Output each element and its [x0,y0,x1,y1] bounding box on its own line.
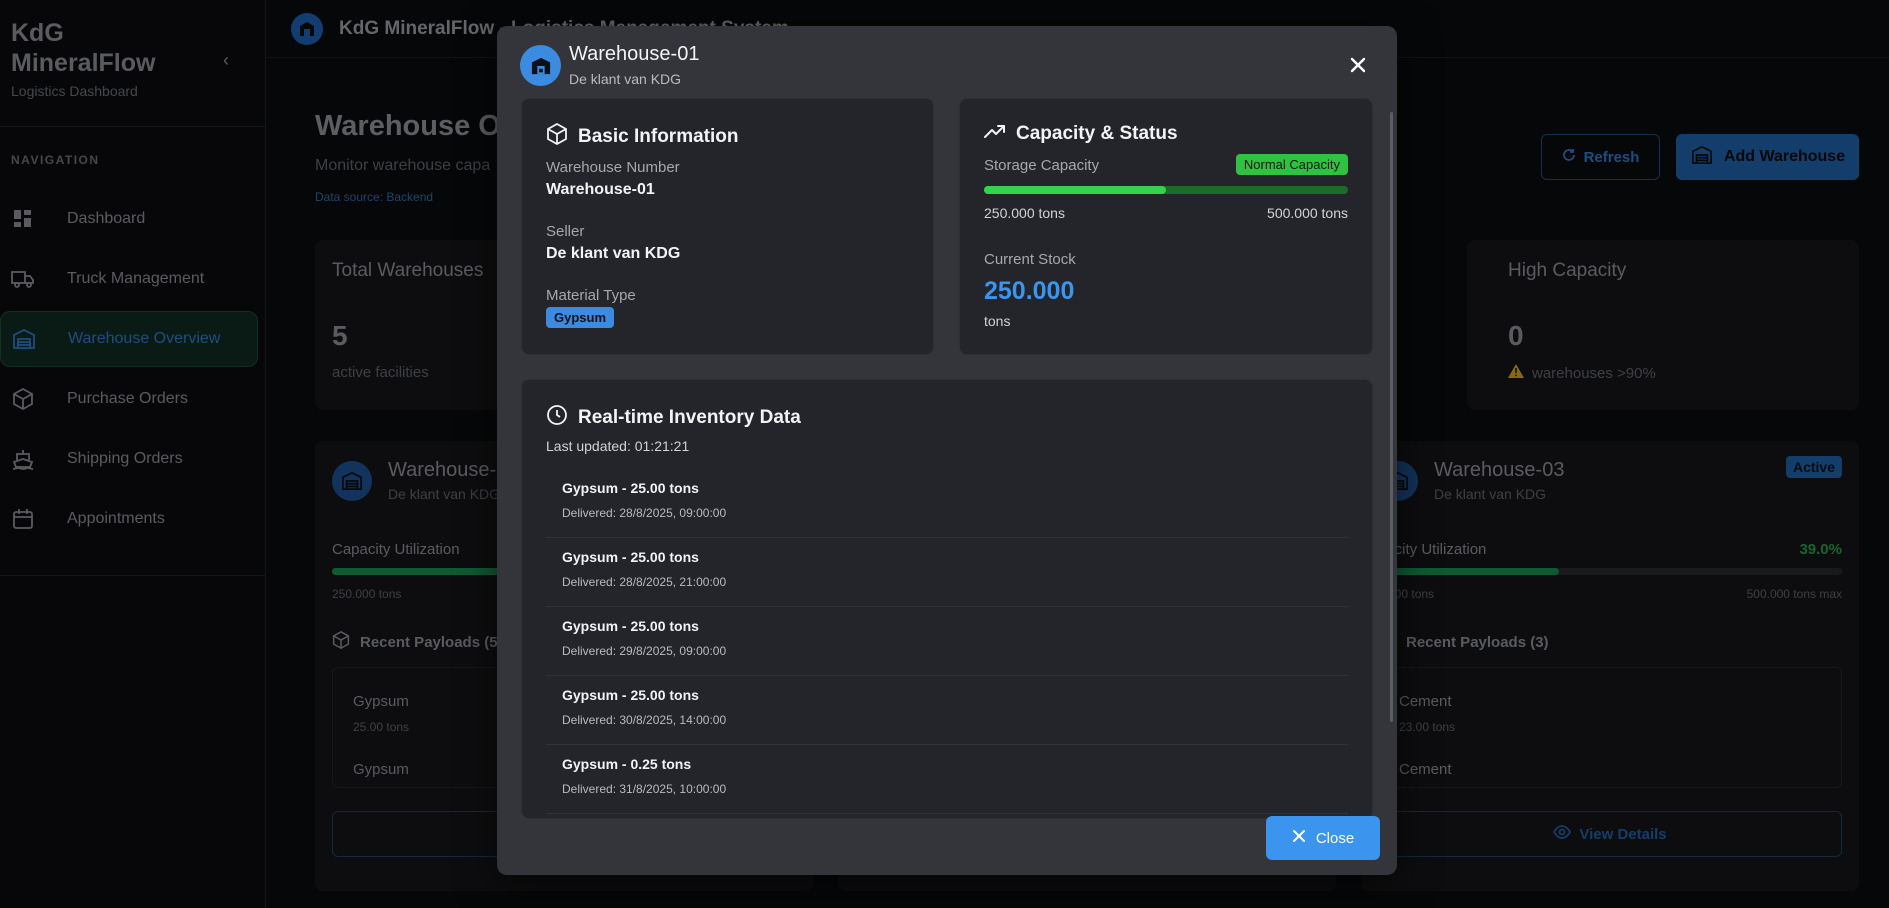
package-icon [546,122,568,151]
inventory-item-date: Delivered: 28/8/2025, 21:00:00 [562,575,727,589]
material-type-badge: Gypsum [546,307,615,328]
current-stock-value: 250.000 [984,277,1075,305]
warehouse-number-value: Warehouse-01 [546,181,655,198]
material-type-label: Material Type [546,287,636,304]
panel-title: Capacity & Status [984,123,1178,145]
inventory-item-date: Delivered: 30/8/2025, 14:00:00 [562,713,727,727]
close-button[interactable]: Close [1266,816,1380,860]
last-updated: Last updated: 01:21:21 [546,438,690,454]
panel-title-text: Real-time Inventory Data [578,407,801,428]
modal-subtitle: De klant van KDG [569,71,682,87]
capacity-status-badge: Normal Capacity [1235,154,1348,175]
basic-information-panel: Basic Information Warehouse Number Wareh… [521,98,934,355]
inventory-item: Gypsum - 25.00 tons Delivered: 28/8/2025… [546,539,1348,607]
modal-title: Warehouse-01 [569,43,700,65]
close-icon[interactable] [1347,54,1369,76]
inventory-item-name: Gypsum - 25.00 tons [562,549,699,565]
inventory-item-date: Delivered: 28/8/2025, 09:00:00 [562,506,727,520]
panel-title-text: Capacity & Status [1016,123,1178,144]
seller-label: Seller [546,223,585,240]
inventory-item-date: Delivered: 31/8/2025, 10:00:00 [562,782,727,796]
current-stock-unit: tons [984,313,1011,329]
capacity-status-panel: Capacity & Status Storage Capacity Norma… [959,98,1373,355]
storage-capacity-label: Storage Capacity [984,157,1100,174]
inventory-item: Gypsum - 25.00 tons Delivered: 28/8/2025… [546,470,1348,538]
inventory-item-name: Gypsum - 0.25 tons [562,756,692,772]
inventory-item-date: Delivered: 29/8/2025, 09:00:00 [562,644,727,658]
warehouse-icon [520,45,561,86]
warehouse-number-label: Warehouse Number [546,159,680,176]
inventory-item: Gypsum - 25.00 tons Delivered: 29/8/2025… [546,608,1348,676]
storage-capacity-bar-fill [984,186,1166,194]
current-stock-label: Current Stock [984,251,1076,268]
seller-value: De klant van KDG [546,245,681,262]
inventory-item-name: Gypsum - 25.00 tons [562,687,699,703]
clock-icon [546,404,568,432]
inventory-item-name: Gypsum - 25.00 tons [562,480,699,496]
trending-up-icon [984,123,1006,145]
inventory-item: Gypsum - 0.25 tons Delivered: 31/8/2025,… [546,746,1348,814]
panel-title: Real-time Inventory Data [546,404,801,432]
modal-scrollbar[interactable] [1390,112,1393,722]
max-tons: 500.000 tons [1267,205,1348,221]
inventory-item: Gypsum - 25.00 tons Delivered: 30/8/2025… [546,677,1348,745]
close-icon [1292,829,1306,847]
inventory-panel: Real-time Inventory Data Last updated: 0… [521,379,1373,819]
current-tons: 250.000 tons [984,205,1065,221]
warehouse-detail-modal: Warehouse-01 De klant van KDG Basic Info… [497,26,1397,875]
inventory-item-name: Gypsum - 25.00 tons [562,618,699,634]
panel-title: Basic Information [546,122,739,151]
panel-title-text: Basic Information [578,126,739,147]
storage-capacity-bar [984,186,1348,194]
close-button-label: Close [1315,829,1355,847]
